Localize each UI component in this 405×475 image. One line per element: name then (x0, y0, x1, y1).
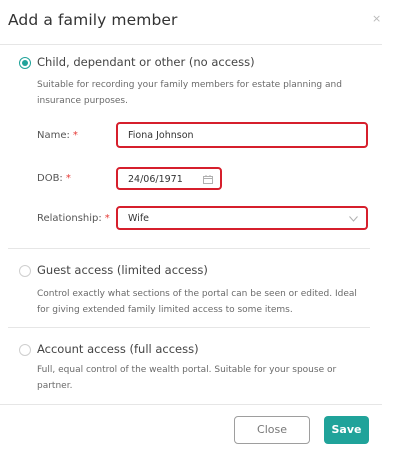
save-button[interactable]: Save (324, 416, 369, 444)
dob-label: DOB: * (37, 173, 71, 184)
option-label-guest-access[interactable]: Guest access (limited access) (37, 263, 208, 277)
close-button[interactable]: Close (234, 416, 310, 444)
option-label-no-access[interactable]: Child, dependant or other (no access) (37, 55, 255, 69)
calendar-icon[interactable] (203, 175, 213, 184)
divider (8, 248, 370, 249)
required-marker: * (104, 213, 110, 224)
radio-no-access[interactable] (19, 57, 31, 69)
relationship-label: Relationship: * (37, 213, 110, 224)
name-value: Fiona Johnson (128, 130, 194, 141)
radio-guest-access[interactable] (19, 265, 31, 277)
option-label-account-access[interactable]: Account access (full access) (37, 342, 199, 356)
chevron-down-icon (349, 216, 358, 222)
option-description-no-access: Suitable for recording your family membe… (37, 80, 342, 106)
required-marker: * (65, 173, 71, 184)
option-description-account-access: Full, equal control of the wealth portal… (37, 365, 337, 391)
dialog-title: Add a family member (8, 11, 178, 29)
add-family-member-dialog: Add a family member × Child, dependant o… (0, 0, 405, 475)
footer-divider (0, 404, 382, 405)
name-field[interactable]: Fiona Johnson (116, 122, 368, 148)
close-icon[interactable]: × (372, 13, 381, 24)
name-label: Name: * (37, 130, 78, 141)
dob-field[interactable]: 24/06/1971 (116, 167, 222, 190)
relationship-value: Wife (128, 213, 150, 224)
dob-value: 24/06/1971 (128, 174, 183, 185)
option-description-guest-access: Control exactly what sections of the por… (37, 289, 357, 315)
divider (8, 327, 370, 328)
required-marker: * (72, 130, 78, 141)
radio-account-access[interactable] (19, 344, 31, 356)
dialog-header: Add a family member × (0, 0, 382, 45)
relationship-select[interactable]: Wife (116, 206, 368, 230)
